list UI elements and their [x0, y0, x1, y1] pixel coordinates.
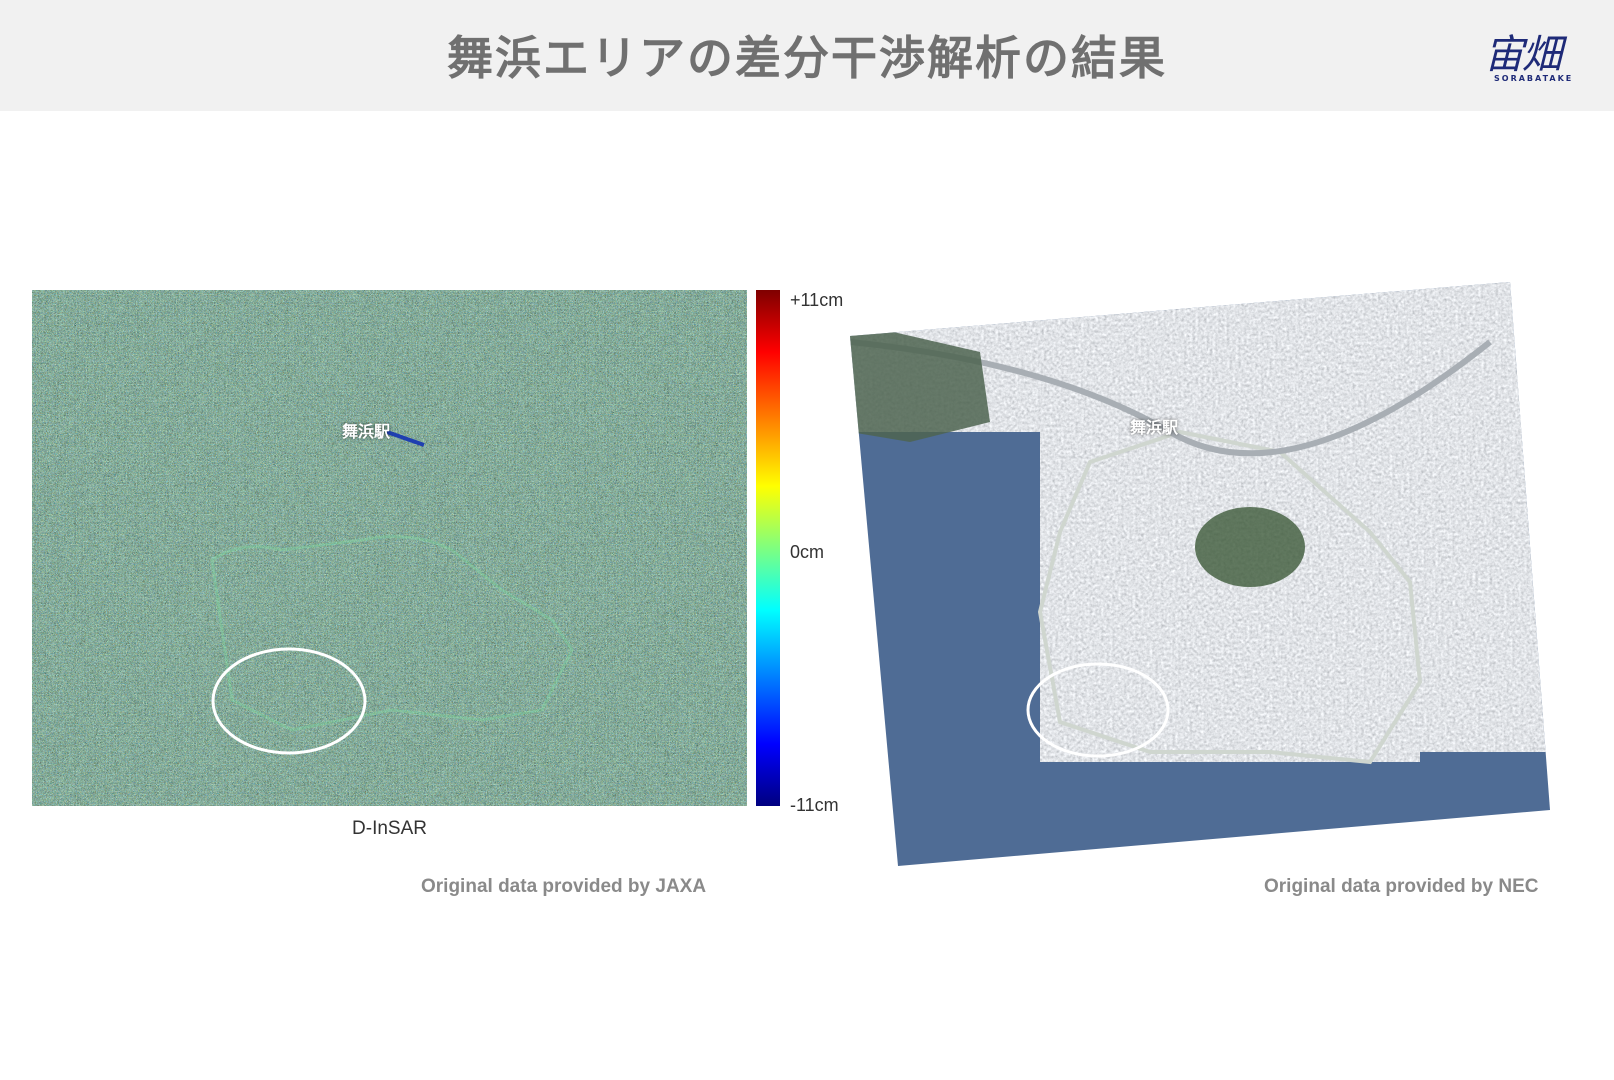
colorbar-max-label: +11cm [790, 290, 844, 310]
logo-subtext: SORABATAKE [1494, 74, 1574, 83]
header-bar: 舞浜エリアの差分干渉解析の結果 宙畑 SORABATAKE [0, 0, 1614, 111]
logo-mark: 宙畑 [1484, 32, 1562, 78]
insar-noise-canvas [32, 290, 747, 806]
station-label-insar: 舞浜駅 [342, 422, 391, 441]
colorbar-mid-label: 0cm [790, 542, 825, 562]
sorabatake-logo: 宙畑 SORABATAKE [1478, 18, 1598, 90]
credit-jaxa: Original data provided by JAXA [421, 876, 707, 897]
insar-image: 舞浜駅 [32, 290, 747, 806]
optical-canvas [850, 282, 1550, 866]
credit-nec: Original data provided by NEC [1264, 876, 1539, 897]
colorbar [756, 290, 780, 806]
page-title: 舞浜エリアの差分干渉解析の結果 [447, 31, 1167, 85]
colorbar-min-label: -11cm [790, 795, 839, 815]
optical-image: 舞浜駅 [850, 282, 1550, 866]
park-area [1195, 507, 1305, 587]
insar-caption: D-InSAR [352, 818, 427, 839]
station-label-optical: 舞浜駅 [1130, 418, 1179, 437]
